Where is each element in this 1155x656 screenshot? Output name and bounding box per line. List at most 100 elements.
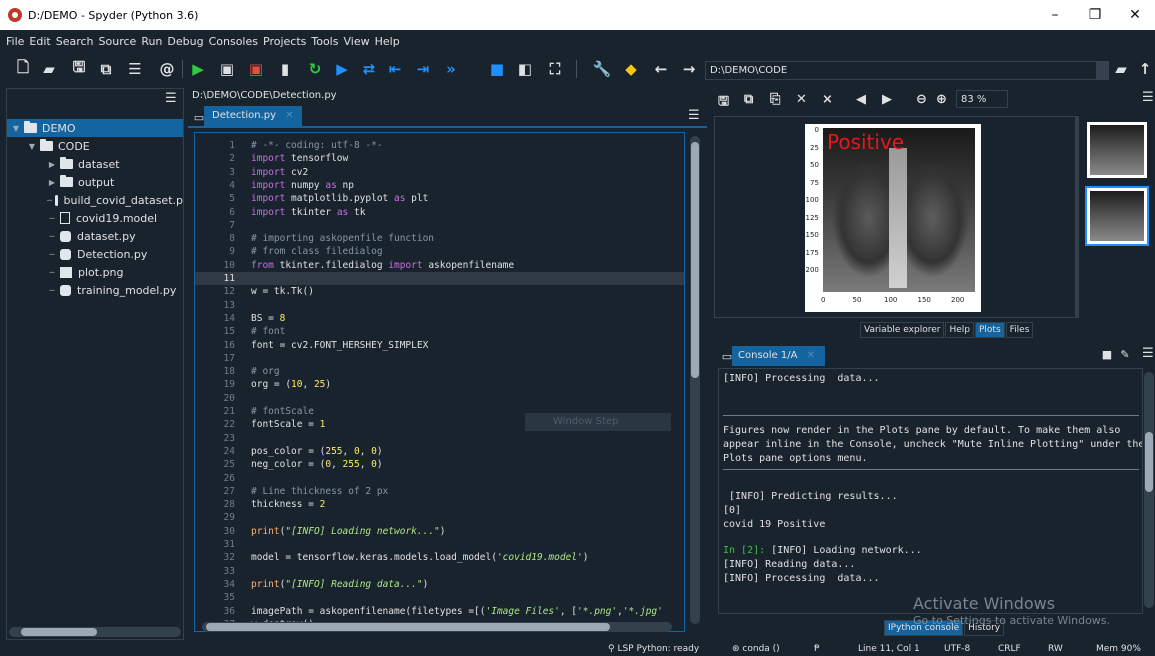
- code-line[interactable]: 32 model = tensorflow.keras.models.load_m…: [195, 551, 684, 564]
- files-horizontal-scrollbar[interactable]: [9, 627, 181, 637]
- code-line[interactable]: 20: [195, 392, 684, 405]
- console-vertical-scrollbar[interactable]: [1144, 372, 1154, 608]
- code-line[interactable]: 11: [195, 272, 684, 286]
- expand-arrow-icon[interactable]: ▶: [47, 160, 57, 169]
- maximize-button[interactable]: ❐: [1075, 0, 1115, 30]
- run-cell-advance-icon[interactable]: ▣: [247, 60, 265, 78]
- tree-item-covid19-model[interactable]: ─ covid19.model: [7, 209, 183, 227]
- python-path-icon[interactable]: ◆: [622, 60, 640, 78]
- at-symbol-icon[interactable]: @: [158, 60, 176, 78]
- fullscreen-icon[interactable]: ⛶: [546, 60, 564, 78]
- remove-all-plots-icon[interactable]: ⨯: [822, 92, 833, 107]
- stop-icon[interactable]: ■: [488, 60, 506, 78]
- run-selection-icon[interactable]: ▮: [276, 60, 294, 78]
- code-line[interactable]: 14 BS = 8: [195, 312, 684, 325]
- code-line[interactable]: 16 font = cv2.FONT_HERSHEY_SIMPLEX: [195, 339, 684, 352]
- code-line[interactable]: 21 # fontScale: [195, 405, 684, 418]
- code-line[interactable]: 3 import cv2: [195, 166, 684, 179]
- code-line[interactable]: 4 import numpy as np: [195, 179, 684, 192]
- code-line[interactable]: 17: [195, 352, 684, 365]
- code-line[interactable]: 9 # from class filedialog: [195, 245, 684, 258]
- menu-projects[interactable]: Projects: [261, 35, 308, 48]
- working-directory-dropdown[interactable]: [1097, 61, 1109, 80]
- wrench-icon[interactable]: 🔧: [593, 60, 612, 78]
- forward-arrow-icon[interactable]: →: [680, 60, 698, 78]
- tab-plots[interactable]: Plots: [975, 322, 1005, 338]
- remove-plot-icon[interactable]: ✕: [796, 92, 807, 107]
- zoom-level[interactable]: 83 %: [956, 90, 1008, 108]
- code-line[interactable]: 15 # font: [195, 325, 684, 338]
- tab-console-1a[interactable]: Console 1/A ✕: [732, 346, 826, 366]
- code-line[interactable]: 12 w = tk.Tk(): [195, 285, 684, 298]
- code-line[interactable]: 28 thickness = 2: [195, 498, 684, 511]
- menu-help[interactable]: Help: [373, 35, 402, 48]
- save-icon[interactable]: 🖫: [70, 58, 88, 78]
- step-return-icon[interactable]: ⇥: [414, 60, 432, 78]
- menu-consoles[interactable]: Consoles: [207, 35, 260, 48]
- clear-console-icon[interactable]: ✎: [1116, 345, 1134, 363]
- copy-plot-icon[interactable]: ⎘: [770, 92, 780, 107]
- editor-vertical-scrollbar[interactable]: [690, 136, 700, 624]
- previous-plot-icon[interactable]: ◀: [856, 92, 866, 107]
- debug-icon[interactable]: ▶: [333, 60, 351, 78]
- tree-item-code[interactable]: ▼ CODE: [7, 137, 183, 155]
- tree-item-dataset[interactable]: ▶ dataset: [7, 155, 183, 173]
- tree-item-detection-py[interactable]: ─ Detection.py: [7, 245, 183, 263]
- new-file-icon[interactable]: 🗋: [14, 58, 32, 78]
- step-icon[interactable]: ⇄: [360, 60, 378, 78]
- code-line[interactable]: 13: [195, 299, 684, 312]
- tab-help[interactable]: Help: [945, 322, 974, 338]
- tree-item-plot-png[interactable]: ─ plot.png: [7, 263, 183, 281]
- code-line[interactable]: 1 # -*- coding: utf-8 -*-: [195, 139, 684, 152]
- tree-item-training-model-py[interactable]: ─ training_model.py: [7, 281, 183, 299]
- code-line[interactable]: 10 from tkinter.filedialog import askopen…: [195, 259, 684, 272]
- code-line[interactable]: 25 neg_color = (0, 255, 0): [195, 458, 684, 471]
- tree-item-dataset-py[interactable]: ─ dataset.py: [7, 227, 183, 245]
- run-icon[interactable]: ▶: [189, 60, 207, 78]
- code-line[interactable]: 23: [195, 432, 684, 445]
- code-line[interactable]: 8 # importing askopenfile function: [195, 232, 684, 245]
- list-icon[interactable]: ☰: [126, 60, 144, 78]
- run-cell-icon[interactable]: ▣: [218, 60, 236, 78]
- tab-variable-explorer[interactable]: Variable explorer: [860, 322, 945, 338]
- code-editor[interactable]: Window Step 1 # -*- coding: utf-8 -*- 2 imp…: [194, 132, 685, 632]
- step-into-icon[interactable]: ⇤: [386, 60, 404, 78]
- code-line[interactable]: 6 import tkinter as tk: [195, 206, 684, 219]
- console-options-menu-icon[interactable]: ☰: [1142, 346, 1154, 361]
- files-options-menu-icon[interactable]: ☰: [165, 91, 177, 106]
- code-line[interactable]: 34 print("[INFO] Reading data..."): [195, 578, 684, 591]
- code-line[interactable]: 29: [195, 511, 684, 524]
- zoom-in-icon[interactable]: ⊕: [936, 92, 947, 107]
- tree-item-build-covid-dataset-p[interactable]: ─ build_covid_dataset.p: [7, 191, 183, 209]
- continue-icon[interactable]: »: [442, 60, 460, 78]
- back-arrow-icon[interactable]: ←: [652, 60, 670, 78]
- code-line[interactable]: 26: [195, 472, 684, 485]
- conda-env[interactable]: ⊛ conda (): [732, 644, 780, 654]
- code-line[interactable]: 33: [195, 565, 684, 578]
- save-all-plots-icon[interactable]: ⧉: [744, 92, 753, 107]
- code-line[interactable]: 22 fontScale = 1: [195, 418, 684, 431]
- collapse-arrow-icon[interactable]: ▼: [11, 124, 21, 133]
- close-console-tab-icon[interactable]: ✕: [807, 350, 815, 361]
- editor-horizontal-scrollbar[interactable]: [202, 622, 672, 632]
- working-directory-input[interactable]: D:\DEMO\CODE: [705, 61, 1097, 80]
- editor-options-menu-icon[interactable]: ☰: [688, 108, 700, 123]
- rerun-icon[interactable]: ↻: [306, 60, 324, 78]
- menu-search[interactable]: Search: [54, 35, 96, 48]
- code-line[interactable]: 27 # Line thickness of 2 px: [195, 485, 684, 498]
- plots-options-menu-icon[interactable]: ☰: [1142, 90, 1154, 105]
- expand-arrow-icon[interactable]: ▶: [47, 178, 57, 187]
- zoom-out-icon[interactable]: ⊖: [916, 92, 927, 107]
- tab-detection-py[interactable]: Detection.py ✕: [204, 106, 302, 126]
- code-line[interactable]: 36 imagePath = askopenfilename(filetypes …: [195, 605, 684, 618]
- menu-tools[interactable]: Tools: [309, 35, 340, 48]
- code-line[interactable]: 5 import matplotlib.pyplot as plt: [195, 192, 684, 205]
- collapse-arrow-icon[interactable]: ▼: [27, 142, 37, 151]
- menu-debug[interactable]: Debug: [165, 35, 205, 48]
- next-plot-icon[interactable]: ▶: [882, 92, 892, 107]
- ipython-console-output[interactable]: [INFO] Processing data... Figures now re…: [718, 368, 1143, 614]
- plot-thumbnail-1[interactable]: [1087, 122, 1147, 178]
- save-plot-icon[interactable]: 🖫: [718, 92, 729, 114]
- tree-item-output[interactable]: ▶ output: [7, 173, 183, 191]
- browse-folder-icon[interactable]: ▰: [1112, 60, 1130, 78]
